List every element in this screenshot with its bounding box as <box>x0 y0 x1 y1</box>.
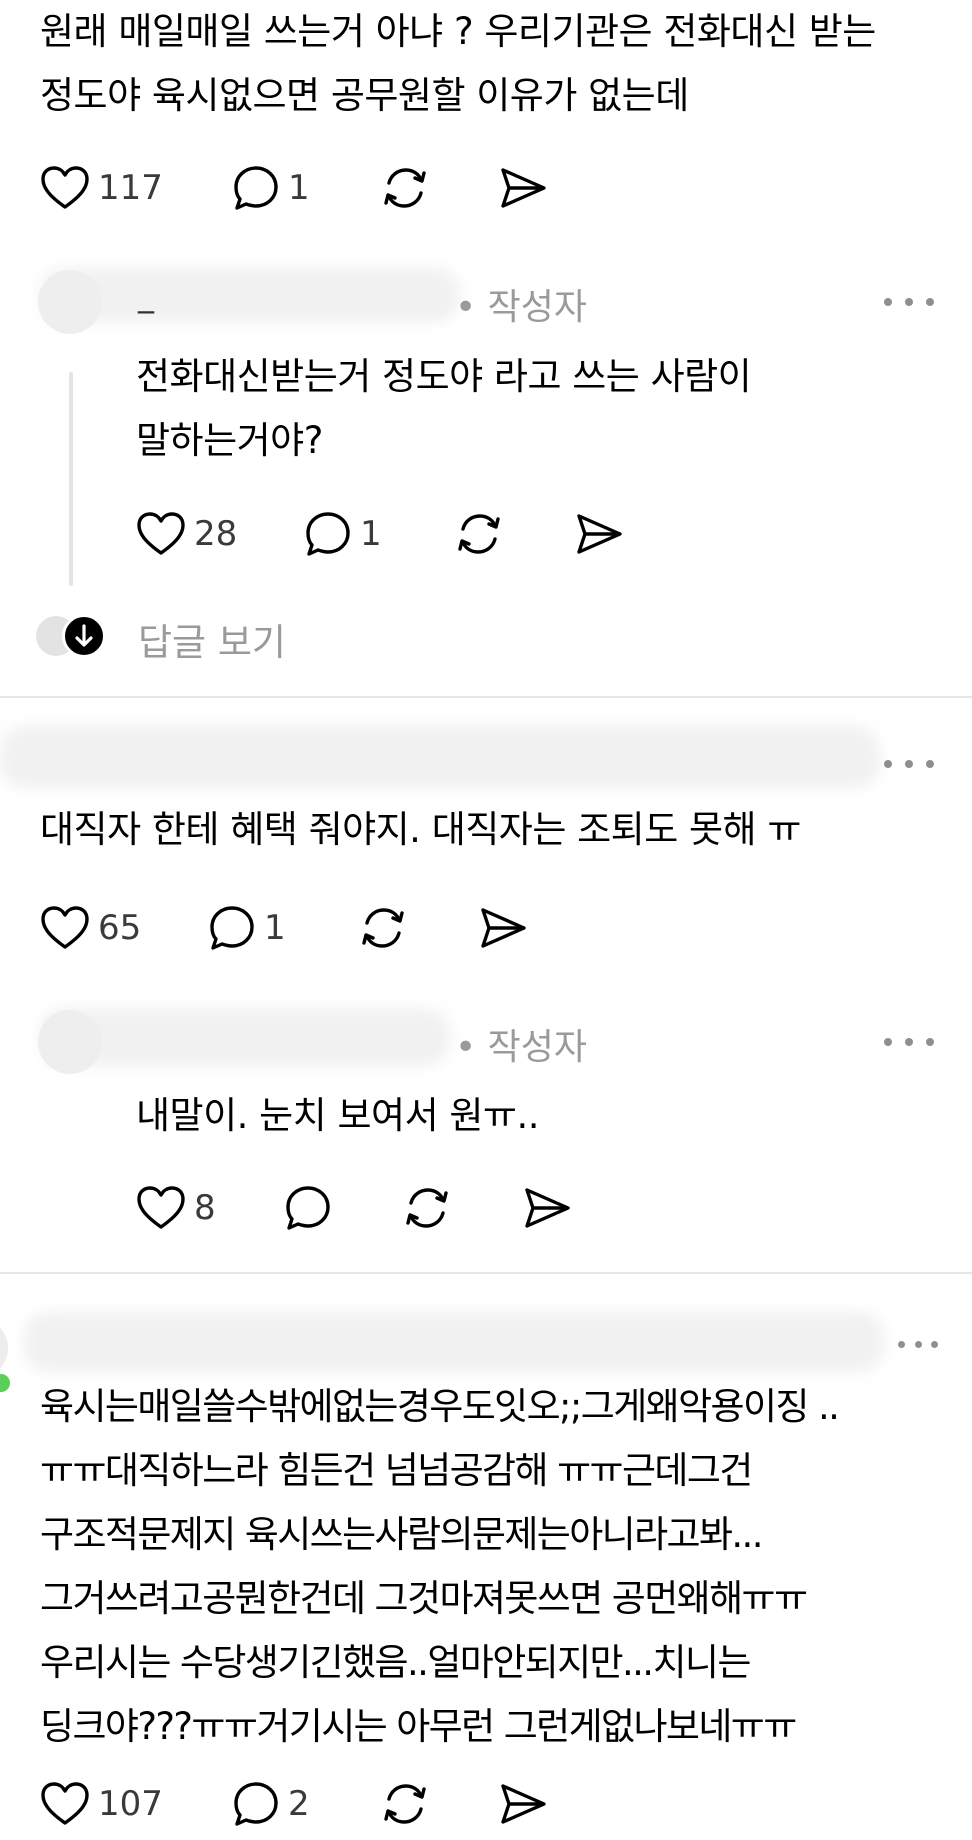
repost-icon <box>384 168 426 208</box>
comment-2-line-1: 대직자 한테 혜택 줘야지. 대직자는 조퇴도 못해 ㅠ <box>40 808 801 851</box>
comment-3-actions: 107 2 <box>40 1774 640 1834</box>
comment-icon <box>234 1782 278 1826</box>
comment-3-line-6: 딩크야???ㅠㅠ거기시는 아무런 그런게없나보네ㅠㅠ <box>40 1705 797 1748</box>
thread-line <box>69 372 73 586</box>
reply-count: 1 <box>264 908 286 948</box>
like-button[interactable]: 117 <box>40 158 163 218</box>
repost-button[interactable] <box>380 1774 430 1834</box>
like-button[interactable]: 107 <box>40 1774 163 1834</box>
reply-2-actions: 8 <box>136 1178 596 1238</box>
reply-button[interactable]: 1 <box>232 158 310 218</box>
comment-3-line-4: 그거쓰려고공뭔한건데 그것마져못쓰면 공먼왜해ㅠㅠ <box>40 1577 808 1620</box>
comment-icon <box>210 906 254 950</box>
avatar[interactable] <box>38 270 102 334</box>
share-icon <box>501 168 546 208</box>
comment-1-text: 원래 매일매일 쓰는거 아냐 ? 우리기관은 전화대신 받는 정도야 육시없으면… <box>40 0 876 128</box>
reply-count: 1 <box>360 514 382 554</box>
comment-icon <box>286 1186 330 1230</box>
heart-icon <box>137 512 185 555</box>
comment-3-line-1: 육시는매일쓸수밖에없는경우도잇오;;그게왜악용이징 .. <box>40 1385 840 1428</box>
share-button[interactable] <box>522 1178 572 1238</box>
redacted-author-area <box>24 1312 884 1372</box>
reply-button[interactable]: 1 <box>208 898 286 958</box>
repost-button[interactable] <box>358 898 408 958</box>
repost-button[interactable] <box>380 158 430 218</box>
redacted-author-area <box>40 268 460 322</box>
reply-button[interactable] <box>284 1178 332 1238</box>
online-indicator <box>0 1374 10 1392</box>
like-count: 117 <box>98 168 163 208</box>
reply-1-line-2: 말하는거야? <box>136 419 323 462</box>
more-button[interactable] <box>884 292 934 312</box>
avatar[interactable] <box>0 1318 8 1378</box>
repost-button[interactable] <box>402 1178 452 1238</box>
share-icon <box>481 908 526 948</box>
reply-count: 1 <box>288 168 310 208</box>
repost-icon <box>384 1784 426 1824</box>
author-badge: • 작성자 <box>455 1027 588 1068</box>
reply-count: 2 <box>288 1784 310 1824</box>
like-button[interactable]: 28 <box>136 504 237 564</box>
comment-3-line-3: 구조적문제지 육시쓰는사람의문제는아니라고봐... <box>40 1513 763 1556</box>
like-button[interactable]: 8 <box>136 1178 216 1238</box>
comment-3-line-2: ㅠㅠ대직하느라 힘든건 넘넘공감해 ㅠㅠ근데그건 <box>40 1449 753 1492</box>
reply-1-actions: 28 1 <box>136 504 656 564</box>
divider <box>0 1272 972 1274</box>
comment-1-actions: 117 1 <box>40 158 640 218</box>
more-button[interactable] <box>898 1334 938 1354</box>
comment-icon <box>234 166 278 210</box>
comment-1-line-1: 원래 매일매일 쓰는거 아냐 ? 우리기관은 전화대신 받는 <box>40 10 876 53</box>
reply-2-line-1: 내말이. 눈치 보여서 원ㅠ.. <box>136 1094 539 1137</box>
more-button[interactable] <box>884 1032 934 1052</box>
comment-2-text: 대직자 한테 혜택 줘야지. 대직자는 조퇴도 못해 ㅠ <box>40 798 801 862</box>
repost-icon <box>406 1188 448 1228</box>
reply-2-text: 내말이. 눈치 보여서 원ㅠ.. <box>136 1084 539 1148</box>
share-button[interactable] <box>574 504 624 564</box>
heart-icon <box>41 906 89 949</box>
repost-icon <box>458 514 500 554</box>
comment-3-text: 육시는매일쓸수밖에없는경우도잇오;;그게왜악용이징 .. ㅠㅠ대직하느라 힘든건… <box>40 1375 840 1759</box>
like-count: 65 <box>98 908 142 948</box>
divider <box>0 696 972 698</box>
share-button[interactable] <box>498 1774 548 1834</box>
like-count: 107 <box>98 1784 163 1824</box>
more-icon <box>884 760 892 768</box>
share-icon <box>525 1188 570 1228</box>
avatar[interactable] <box>38 1010 102 1074</box>
like-button[interactable]: 65 <box>40 898 141 958</box>
share-icon <box>577 514 622 554</box>
heart-icon <box>41 1782 89 1825</box>
reply-1-line-1: 전화대신받는거 정도야 라고 쓰는 사람이 <box>136 355 752 398</box>
more-icon <box>884 298 892 306</box>
arrow-down-icon <box>62 614 106 658</box>
view-replies-button[interactable]: 답글 보기 <box>36 612 336 664</box>
reply-button[interactable]: 1 <box>304 504 382 564</box>
reply-button[interactable]: 2 <box>232 1774 310 1834</box>
share-button[interactable] <box>498 158 548 218</box>
comment-1-line-2: 정도야 육시없으면 공무원할 이유가 없는데 <box>40 74 689 117</box>
more-icon <box>884 1038 892 1046</box>
redacted-author-area <box>0 726 880 788</box>
reply-1-text: 전화대신받는거 정도야 라고 쓰는 사람이 말하는거야? <box>136 345 752 473</box>
repost-button[interactable] <box>454 504 504 564</box>
like-count: 8 <box>194 1188 216 1228</box>
repost-icon <box>362 908 404 948</box>
more-button[interactable] <box>884 754 934 774</box>
share-button[interactable] <box>478 898 528 958</box>
comment-3-line-5: 우리시는 수당생기긴했음..얼마안되지만...치니는 <box>40 1641 751 1684</box>
heart-icon <box>137 1186 185 1229</box>
comment-2-actions: 65 1 <box>40 898 560 958</box>
like-count: 28 <box>194 514 238 554</box>
heart-icon <box>41 166 89 209</box>
author-badge: • 작성자 <box>455 287 588 328</box>
share-icon <box>501 1784 546 1824</box>
view-replies-label: 답글 보기 <box>138 621 286 664</box>
author-fragment: _ <box>138 276 154 314</box>
comment-icon <box>306 512 350 556</box>
more-icon <box>898 1340 905 1348</box>
